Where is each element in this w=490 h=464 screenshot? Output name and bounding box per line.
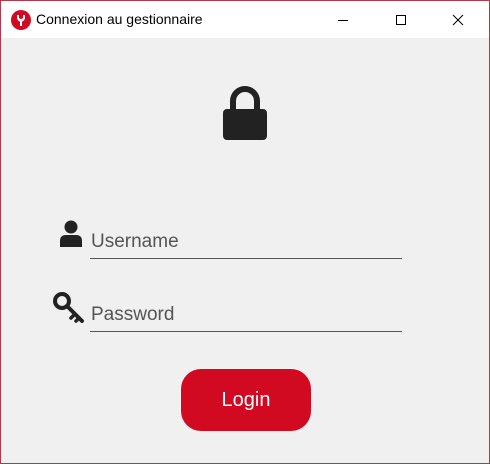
minimize-icon	[337, 14, 349, 26]
close-icon	[452, 14, 464, 26]
window-title: Connexion au gestionnaire	[36, 11, 203, 27]
login-window: Connexion au gestionnaire Username Login	[0, 0, 490, 464]
key-icon	[53, 292, 85, 324]
username-input[interactable]	[90, 225, 402, 259]
close-button[interactable]	[435, 1, 481, 38]
lock-icon	[221, 85, 269, 141]
maximize-button[interactable]	[378, 1, 424, 38]
user-icon	[59, 220, 83, 248]
maximize-icon	[395, 14, 407, 26]
title-bar[interactable]: Connexion au gestionnaire	[1, 1, 489, 38]
app-logo-icon	[11, 10, 31, 30]
login-button[interactable]: Login	[181, 369, 311, 431]
minimize-button[interactable]	[320, 1, 366, 38]
password-input[interactable]	[90, 298, 402, 332]
